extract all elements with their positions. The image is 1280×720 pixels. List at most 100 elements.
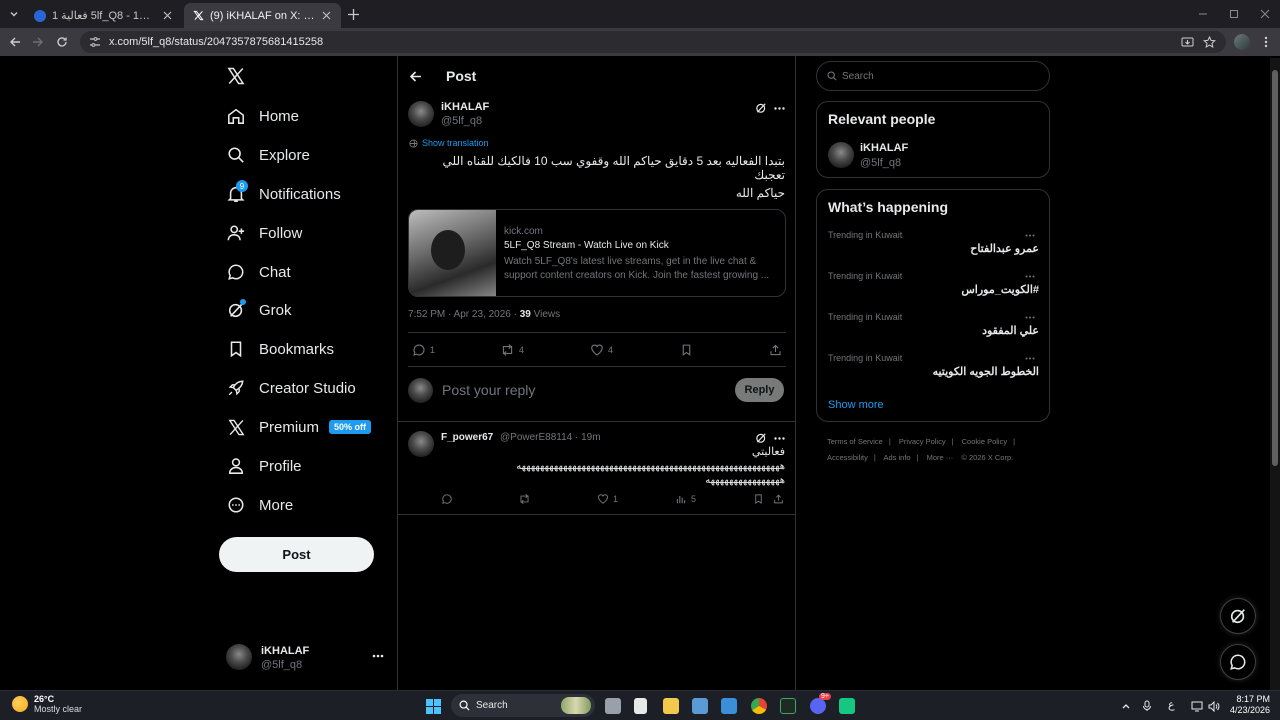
address-bar[interactable]: x.com/5lf_q8/status/2047357875681415258 — [80, 31, 1226, 53]
reply-input[interactable]: Post your reply — [442, 382, 535, 398]
browser-tab-active[interactable]: (9) iKHALAF on X: "بتبدا الفعاليه بعد 5 … — [184, 3, 341, 28]
search-input[interactable]: Search — [816, 61, 1050, 91]
nav-bookmarks[interactable]: Bookmarks — [226, 336, 334, 362]
more-dots-icon[interactable] — [1024, 270, 1036, 282]
taskbar-clock[interactable]: 8:17 PM 4/23/2026 — [1226, 694, 1270, 716]
maximize-icon[interactable] — [1228, 8, 1240, 20]
share-action[interactable] — [769, 343, 786, 357]
more-dots-icon[interactable] — [773, 102, 785, 114]
more-dots-icon[interactable] — [1024, 352, 1036, 364]
footer-link-terms[interactable]: Terms of Service — [827, 437, 883, 446]
browser-menu-icon[interactable] — [1259, 35, 1273, 49]
weather-widget[interactable]: 26°C Mostly clear — [12, 694, 82, 714]
nav-notifications[interactable]: 9 Notifications — [226, 180, 341, 207]
avatar[interactable] — [408, 101, 434, 127]
footer-link-privacy[interactable]: Privacy Policy — [899, 437, 946, 446]
back-icon[interactable] — [8, 35, 22, 49]
task-view-icon[interactable] — [605, 698, 621, 714]
share-action[interactable] — [773, 493, 788, 505]
avatar[interactable] — [408, 431, 434, 457]
footer-link-more[interactable]: More ··· — [927, 453, 954, 462]
keyboard-language[interactable]: ع — [1168, 698, 1180, 711]
tweet-author-name[interactable]: iKHALAF — [441, 101, 489, 113]
repost-action[interactable] — [518, 493, 535, 505]
nav-chat[interactable]: Chat — [226, 259, 291, 285]
reply-author-name[interactable]: F_power67 — [441, 432, 493, 443]
page-scrollbar[interactable] — [1270, 58, 1280, 690]
nav-more[interactable]: More — [226, 492, 293, 518]
nav-profile[interactable]: Profile — [226, 453, 302, 479]
reply-action[interactable] — [441, 493, 457, 505]
reload-icon[interactable] — [55, 35, 69, 49]
show-translation-link[interactable]: Show translation — [409, 138, 489, 148]
taskbar-search[interactable]: Search — [451, 694, 595, 717]
excel-icon[interactable] — [780, 698, 796, 714]
tweet-author-handle[interactable]: @5lf_q8 — [441, 115, 482, 127]
nav-home[interactable]: Home — [226, 103, 299, 129]
install-app-icon[interactable] — [1180, 35, 1194, 49]
show-more-link[interactable]: Show more — [828, 399, 884, 411]
nav-explore[interactable]: Explore — [226, 142, 310, 168]
reply-author-handle[interactable]: @PowerE88114 · 19m — [500, 432, 601, 443]
nav-grok[interactable]: Grok — [226, 297, 292, 323]
site-info-icon[interactable] — [88, 36, 101, 49]
nav-follow[interactable]: Follow — [226, 220, 302, 246]
close-window-icon[interactable] — [1259, 8, 1271, 20]
file-explorer-icon[interactable] — [663, 698, 679, 714]
account-switcher[interactable]: iKHALAF @5lf_q8 — [226, 642, 388, 676]
store-icon[interactable] — [692, 698, 708, 714]
chrome-icon[interactable] — [751, 698, 767, 714]
nav-creator-studio[interactable]: Creator Studio — [226, 375, 356, 401]
new-tab-icon[interactable] — [346, 7, 360, 21]
post-button[interactable]: Post — [219, 537, 374, 572]
like-action[interactable]: 1 — [597, 493, 618, 505]
nav-premium[interactable]: Premium 50% off — [226, 414, 372, 440]
volume-icon[interactable] — [1208, 700, 1220, 712]
more-dots-icon[interactable] — [1024, 311, 1036, 323]
avatar[interactable] — [828, 142, 854, 168]
person-name[interactable]: iKHALAF — [860, 142, 908, 154]
footer-link-cookie[interactable]: Cookie Policy — [962, 437, 1007, 446]
mail-icon[interactable] — [721, 698, 737, 714]
tab-search-icon[interactable] — [6, 6, 22, 22]
browser-profile-avatar[interactable] — [1234, 34, 1250, 50]
close-tab-icon[interactable] — [319, 9, 333, 23]
bookmark-star-icon[interactable] — [1202, 35, 1216, 49]
bookmark-action[interactable] — [753, 493, 768, 505]
reply-action[interactable]: 1 — [412, 343, 435, 357]
footer-link-accessibility[interactable]: Accessibility — [827, 453, 868, 462]
minimize-icon[interactable] — [1197, 8, 1209, 20]
close-tab-icon[interactable] — [160, 9, 174, 23]
like-action[interactable]: 4 — [590, 343, 613, 357]
x-logo-icon[interactable] — [226, 66, 246, 86]
chat-floating-button[interactable] — [1220, 644, 1256, 680]
windows-start-icon[interactable] — [426, 699, 441, 714]
person-handle[interactable]: @5lf_q8 — [860, 157, 901, 169]
microphone-icon[interactable] — [1141, 700, 1153, 712]
scrollbar-thumb[interactable] — [1272, 70, 1278, 466]
grok-explain-icon[interactable] — [755, 102, 767, 114]
grok-floating-button[interactable] — [1220, 598, 1256, 634]
network-icon[interactable] — [1191, 700, 1203, 712]
more-dots-icon[interactable] — [1024, 229, 1036, 241]
trend-item[interactable]: عمرو عبدالفتاح — [970, 242, 1039, 255]
trend-item[interactable]: الخطوط الجويه الكويتيه — [933, 365, 1039, 378]
reply-button[interactable]: Reply — [735, 378, 784, 402]
repost-action[interactable]: 4 — [500, 343, 524, 357]
tweet-timestamp[interactable]: 7:52 PM · Apr 23, 2026 · — [408, 309, 520, 320]
link-card[interactable]: kick.com 5LF_Q8 Stream - Watch Live on K… — [408, 209, 786, 297]
browser-tab-image[interactable]: فعالية 1 ‎5lf_Q8 - 1536 × 1024 — [26, 3, 182, 28]
discord-icon[interactable]: 9+ — [810, 693, 831, 714]
trend-item[interactable]: #الكويت_موراس — [961, 283, 1039, 296]
notepad-icon[interactable] — [634, 698, 647, 714]
forward-icon[interactable] — [31, 35, 45, 49]
trend-item[interactable]: علي المفقود — [982, 324, 1039, 337]
views-action[interactable]: 5 — [675, 493, 696, 505]
chevron-up-icon[interactable] — [1120, 700, 1132, 712]
more-dots-icon[interactable] — [773, 432, 785, 444]
app-icon[interactable] — [839, 698, 855, 714]
footer-link-ads[interactable]: Ads info — [883, 453, 910, 462]
back-arrow-icon[interactable] — [408, 69, 422, 83]
bookmark-action[interactable] — [680, 343, 697, 357]
grok-explain-icon[interactable] — [755, 432, 767, 444]
